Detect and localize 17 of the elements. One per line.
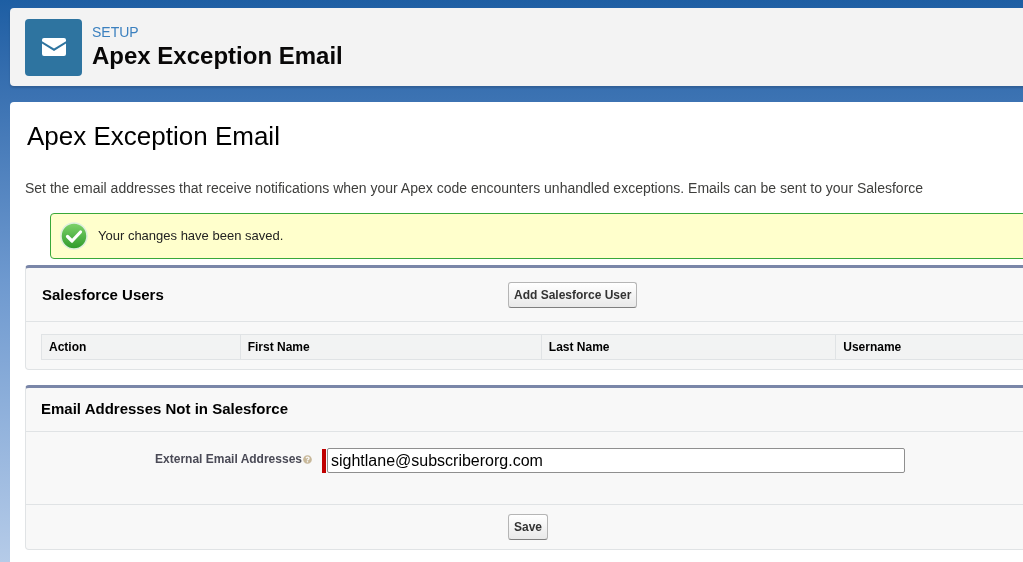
field-label: External Email Addresses: [155, 451, 302, 468]
column-header[interactable]: Action: [42, 335, 240, 359]
envelope-icon: [25, 18, 82, 76]
check-icon: [60, 222, 88, 250]
add-user-button[interactable]: Add Salesforce User: [508, 281, 638, 308]
column-header[interactable]: Username: [835, 335, 1023, 359]
email-input[interactable]: sightlane@subscriberorg.com: [327, 448, 905, 473]
section-title: Email Addresses Not in Salesforce: [41, 399, 289, 420]
breadcrumb-label: SETUP: [92, 23, 140, 41]
page-heading: Apex Exception Email: [27, 121, 280, 151]
message-text: Your changes have been saved.: [98, 227, 284, 246]
section-title: Salesforce Users: [42, 285, 164, 303]
page-description: Set the email addresses that receive notifications when your Apex code encounters unhandled exceptions. Emails can be sent to your Salesforce: [25, 180, 924, 196]
page-title: Apex Exception Email: [92, 41, 343, 71]
column-header[interactable]: Last Name: [540, 335, 836, 359]
save-button[interactable]: Save: [508, 514, 548, 540]
column-header[interactable]: First Name: [239, 335, 541, 359]
